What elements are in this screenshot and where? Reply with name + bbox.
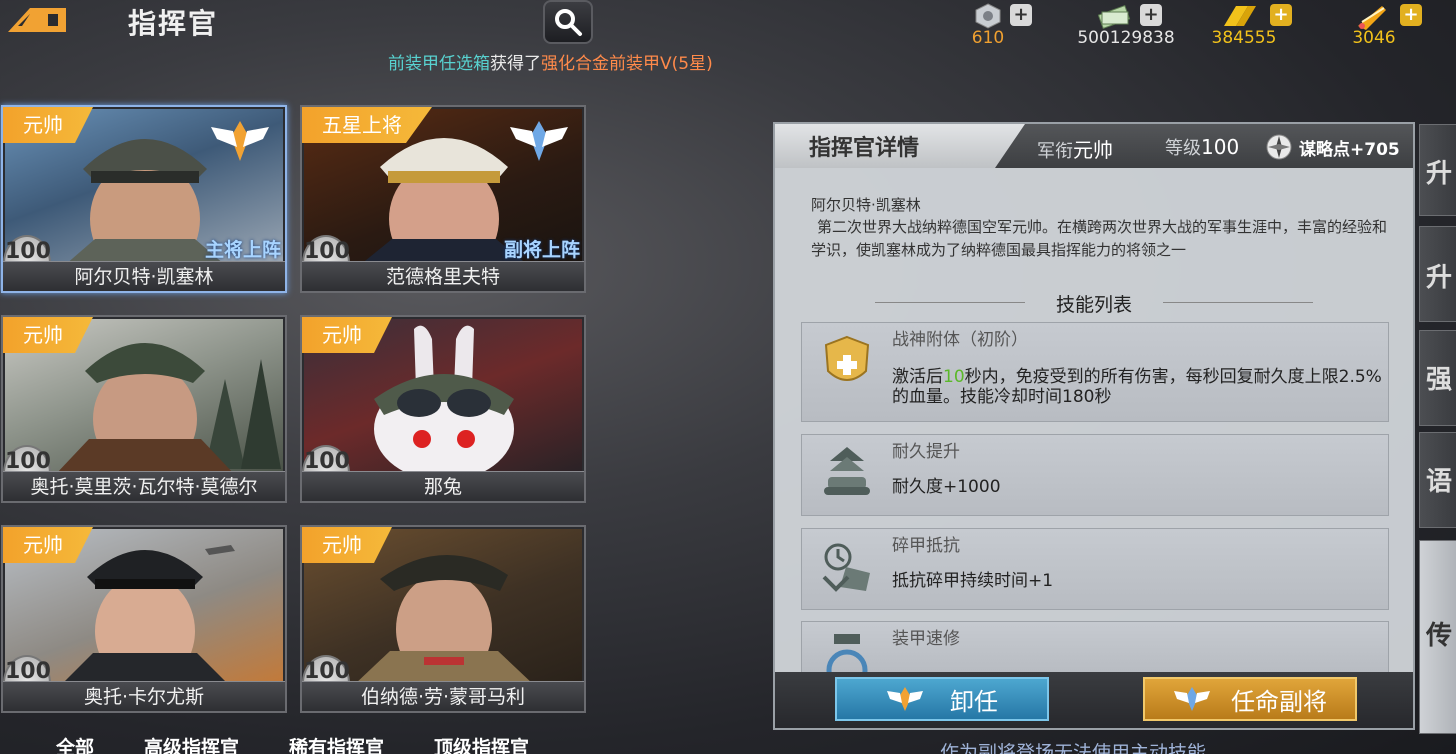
search-icon (555, 9, 582, 36)
skill-desc-a: 激活后 (892, 367, 943, 387)
cash-icon (1097, 4, 1131, 30)
commander-name: 伯纳德·劳·蒙哥马利 (302, 681, 584, 711)
commander-detail-panel: 指挥官详情 军衔元帅 等级100 谋略点+705 阿尔贝特·凯塞林 第二次世界大… (773, 122, 1415, 730)
search-button[interactable] (543, 0, 593, 44)
side-tab-voice[interactable]: 语 (1419, 432, 1456, 528)
dismiss-label: 卸任 (950, 687, 998, 716)
role-label: 主将上阵 (204, 239, 281, 261)
commander-card[interactable]: 元帅 100 等级 奥托·卡尔尤斯 (1, 525, 287, 713)
commander-name: 奥托·莫里茨·瓦尔特·莫德尔 (3, 471, 285, 501)
commander-name: 奥托·卡尔尤斯 (3, 681, 285, 711)
skill-description: 抵抗碎甲持续时间+1 (892, 571, 1054, 591)
news-item-reward: 强化合金前装甲V(5星) (541, 54, 713, 74)
filter-tab-advanced[interactable]: 高级指挥官 (144, 733, 239, 754)
commander-card[interactable]: 元帅 100 等级 伯纳德·劳·蒙哥马利 (300, 525, 586, 713)
appoint-label: 任命副将 (1231, 687, 1327, 716)
side-tab-upgrade-1[interactable]: 升 (1419, 124, 1456, 216)
detail-footer: 卸任 任命副将 (775, 672, 1413, 728)
skill-item[interactable]: 战神附体（初阶） 激活后10秒内，免疫受到的所有伤害，每秒回复耐久度上限2.5%… (801, 322, 1389, 422)
commander-card[interactable]: 五星上将 副将上阵 100 等级 范德格里夫特 (300, 105, 586, 293)
general-wings-icon (510, 121, 568, 161)
commander-name: 范德格里夫特 (302, 261, 584, 291)
news-verb: 获得了 (490, 54, 541, 74)
chips-value: 610 (971, 28, 1005, 48)
filter-tab-all[interactable]: 全部 (56, 733, 94, 754)
armor-repair-icon (826, 634, 868, 672)
back-button[interactable] (4, 2, 70, 38)
dismiss-button[interactable]: 卸任 (835, 677, 1049, 721)
skill-name: 碎甲抵抗 (892, 536, 960, 556)
skill-name: 战神附体（初阶） (892, 330, 1028, 350)
tank-upgrade-icon (824, 447, 870, 495)
gold-value: 384555 (1211, 28, 1277, 48)
skill-description: 激活后10秒内，免疫受到的所有伤害，每秒回复耐久度上限2.5%的血量。技能冷却时… (892, 367, 1382, 407)
skill-desc-b: 秒内，免疫受到的所有伤害，每秒回复耐久度上限2.5%的血量。技能冷却时间180秒 (892, 367, 1382, 407)
skill-name: 装甲速修 (892, 629, 960, 649)
commander-card[interactable]: 元帅 主将上阵 100 等级 阿尔贝特·凯塞林 (1, 105, 287, 293)
gold-bars-icon (1224, 6, 1256, 26)
filter-tab-rare[interactable]: 稀有指挥官 (289, 733, 384, 754)
detail-level: 等级100 (1165, 134, 1239, 160)
skills-heading: 技能列表 (775, 290, 1413, 317)
strategy-value: 谋略点+705 (1299, 139, 1400, 160)
add-cash-button[interactable]: + (1140, 4, 1162, 26)
skill-item[interactable]: 耐久提升 耐久度+1000 (801, 434, 1389, 516)
rocket-value: 3046 (1352, 28, 1396, 48)
rank-value: 元帅 (1073, 138, 1113, 162)
commander-name: 那兔 (302, 471, 584, 501)
appoint-deputy-button[interactable]: 任命副将 (1143, 677, 1357, 721)
broken-armor-clock-icon (822, 543, 870, 592)
add-rocket-button[interactable]: + (1400, 4, 1422, 26)
add-chips-button[interactable]: + (1010, 4, 1032, 26)
rank-label: 军衔 (1037, 141, 1073, 162)
commander-description: 第二次世界大战纳粹德国空军元帅。在横跨两次世界大战的军事生涯中，丰富的经验和学识… (811, 218, 1388, 259)
deputy-note: 作为副将登场无法使用主动技能 (940, 742, 1207, 754)
role-label: 副将上阵 (503, 239, 580, 261)
skill-description: 耐久度+1000 (892, 477, 1001, 497)
detail-rank: 军衔元帅 (1037, 134, 1113, 163)
deputy-wings-icon (1174, 687, 1210, 711)
back-arrow-icon (8, 8, 66, 32)
marshal-wings-icon (211, 121, 269, 161)
skill-desc-highlight: 10 (943, 367, 965, 387)
side-tab-enhance[interactable]: 强 (1419, 330, 1456, 426)
skill-item[interactable]: 碎甲抵抗 抵抗碎甲持续时间+1 (801, 528, 1389, 610)
top-bar: 指挥官 + 610 + 500129838 + 384555 + 3046 (0, 0, 1456, 50)
cash-value: 500129838 (1077, 28, 1175, 48)
page-title: 指挥官 (128, 7, 219, 40)
level-value: 100 (1201, 135, 1240, 159)
add-gold-button[interactable]: + (1270, 4, 1292, 26)
eagle-shield-icon (824, 335, 870, 381)
resource-rocket: + 3046 (1352, 0, 1456, 50)
detail-title: 指挥官详情 (809, 136, 920, 161)
filter-tabs: 全部 高级指挥官 稀有指挥官 顶级指挥官 (56, 733, 529, 754)
side-tab-upgrade-2[interactable]: 升 (1419, 226, 1456, 322)
compass-icon (1266, 134, 1292, 160)
detail-header: 指挥官详情 军衔元帅 等级100 谋略点+705 (775, 124, 1413, 168)
rocket-icon (1358, 6, 1386, 30)
commander-name: 阿尔贝特·凯塞林 (3, 261, 285, 291)
commander-card[interactable]: 元帅 100 等级 那兔 (300, 315, 586, 503)
news-ticker: 前装甲任选箱获得了强化合金前装甲V(5星) (388, 49, 713, 74)
commander-full-name: 阿尔贝特·凯塞林 (811, 196, 921, 214)
commander-card[interactable]: 元帅 100 等级 奥托·莫里茨·瓦尔特·莫德尔 (1, 315, 287, 503)
side-tab-biography[interactable]: 传 (1419, 540, 1456, 734)
rank-wings-icon (887, 687, 923, 711)
gear-chip-icon (975, 3, 1001, 29)
filter-tab-top[interactable]: 顶级指挥官 (434, 733, 529, 754)
strategy-points: 谋略点+705 (1265, 133, 1400, 161)
level-label: 等级 (1165, 138, 1201, 159)
news-item-source: 前装甲任选箱 (388, 54, 490, 74)
skill-name: 耐久提升 (892, 442, 960, 462)
skill-item[interactable]: 装甲速修 (801, 621, 1389, 673)
